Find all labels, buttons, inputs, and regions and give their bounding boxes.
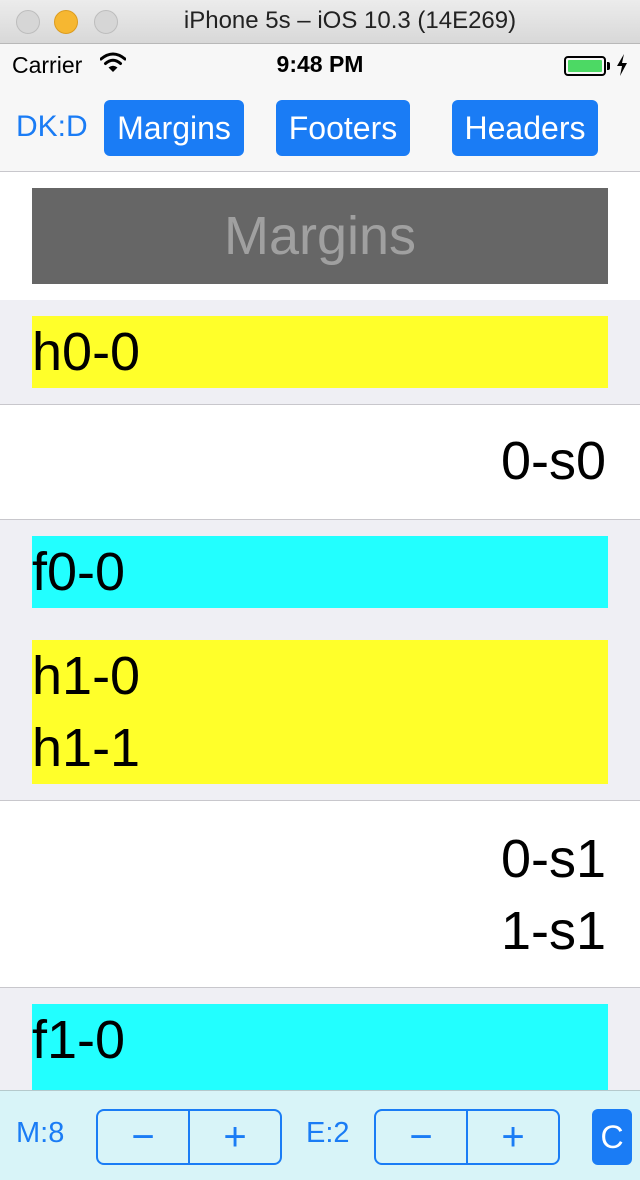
status-bar: Carrier 9:48 PM <box>0 44 640 84</box>
extra-increment-button[interactable]: + <box>466 1111 558 1163</box>
cell-label: 0-s0 <box>501 425 606 497</box>
section-footer-line: f0-0 <box>32 542 126 602</box>
table-view[interactable]: Margins h0-0 0-s0 f0-0 h1-0 h1-1 0-s1 1-… <box>0 172 640 1090</box>
extra-stepper[interactable]: − + <box>374 1109 560 1165</box>
table-row[interactable]: 0-s1 1-s1 <box>0 800 640 988</box>
footers-button[interactable]: Footers <box>276 100 410 156</box>
section-header-line: h0-0 <box>32 322 141 382</box>
table-header-title: Margins <box>32 188 608 284</box>
section-header-line: h1-1 <box>32 718 141 778</box>
battery-fill <box>568 60 602 72</box>
section-0-footer: f0-0 <box>32 536 608 608</box>
section-footer-line: f1-0 <box>32 1010 126 1070</box>
cell-label: 0-s1 1-s1 <box>501 823 606 967</box>
cell-line: 0-s0 <box>500 431 606 491</box>
margin-value-label: M:8 <box>16 1117 65 1149</box>
section-0-header: h0-0 <box>32 316 608 388</box>
section-1-footer-group: f1-0 <box>0 988 640 1090</box>
margin-stepper[interactable]: − + <box>96 1109 282 1165</box>
simulator-title-bar: iPhone 5s – iOS 10.3 (14E269) <box>0 0 640 44</box>
bottom-toolbar: M:8 − + E:2 − + C <box>0 1090 640 1180</box>
section-header-line: h1-0 <box>32 646 141 706</box>
extra-decrement-button[interactable]: − <box>376 1111 466 1163</box>
section-0-footer-group: f0-0 h1-0 h1-1 <box>0 520 640 800</box>
battery-tip <box>607 62 610 70</box>
margin-decrement-button[interactable]: − <box>98 1111 188 1163</box>
margins-button[interactable]: Margins <box>104 100 244 156</box>
window-title: iPhone 5s – iOS 10.3 (14E269) <box>183 7 517 34</box>
section-0-header-group: h0-0 <box>0 300 640 404</box>
table-row[interactable]: 0-s0 <box>0 404 640 520</box>
cell-line: 0-s1 <box>500 829 606 889</box>
section-1-footer: f1-0 <box>32 1004 608 1090</box>
extra-value-label: E:2 <box>306 1117 350 1149</box>
battery-icon <box>564 56 606 76</box>
nav-back-button[interactable]: DK:D <box>16 110 88 144</box>
bolt-icon <box>616 54 628 81</box>
section-1-header: h1-0 h1-1 <box>32 640 608 784</box>
margin-increment-button[interactable]: + <box>188 1111 280 1163</box>
headers-button[interactable]: Headers <box>452 100 598 156</box>
navigation-bar: DK:D Margins Footers Headers <box>0 84 640 172</box>
c-button[interactable]: C <box>592 1109 632 1165</box>
cell-line: 1-s1 <box>500 901 606 961</box>
status-time: 9:48 PM <box>276 51 364 77</box>
